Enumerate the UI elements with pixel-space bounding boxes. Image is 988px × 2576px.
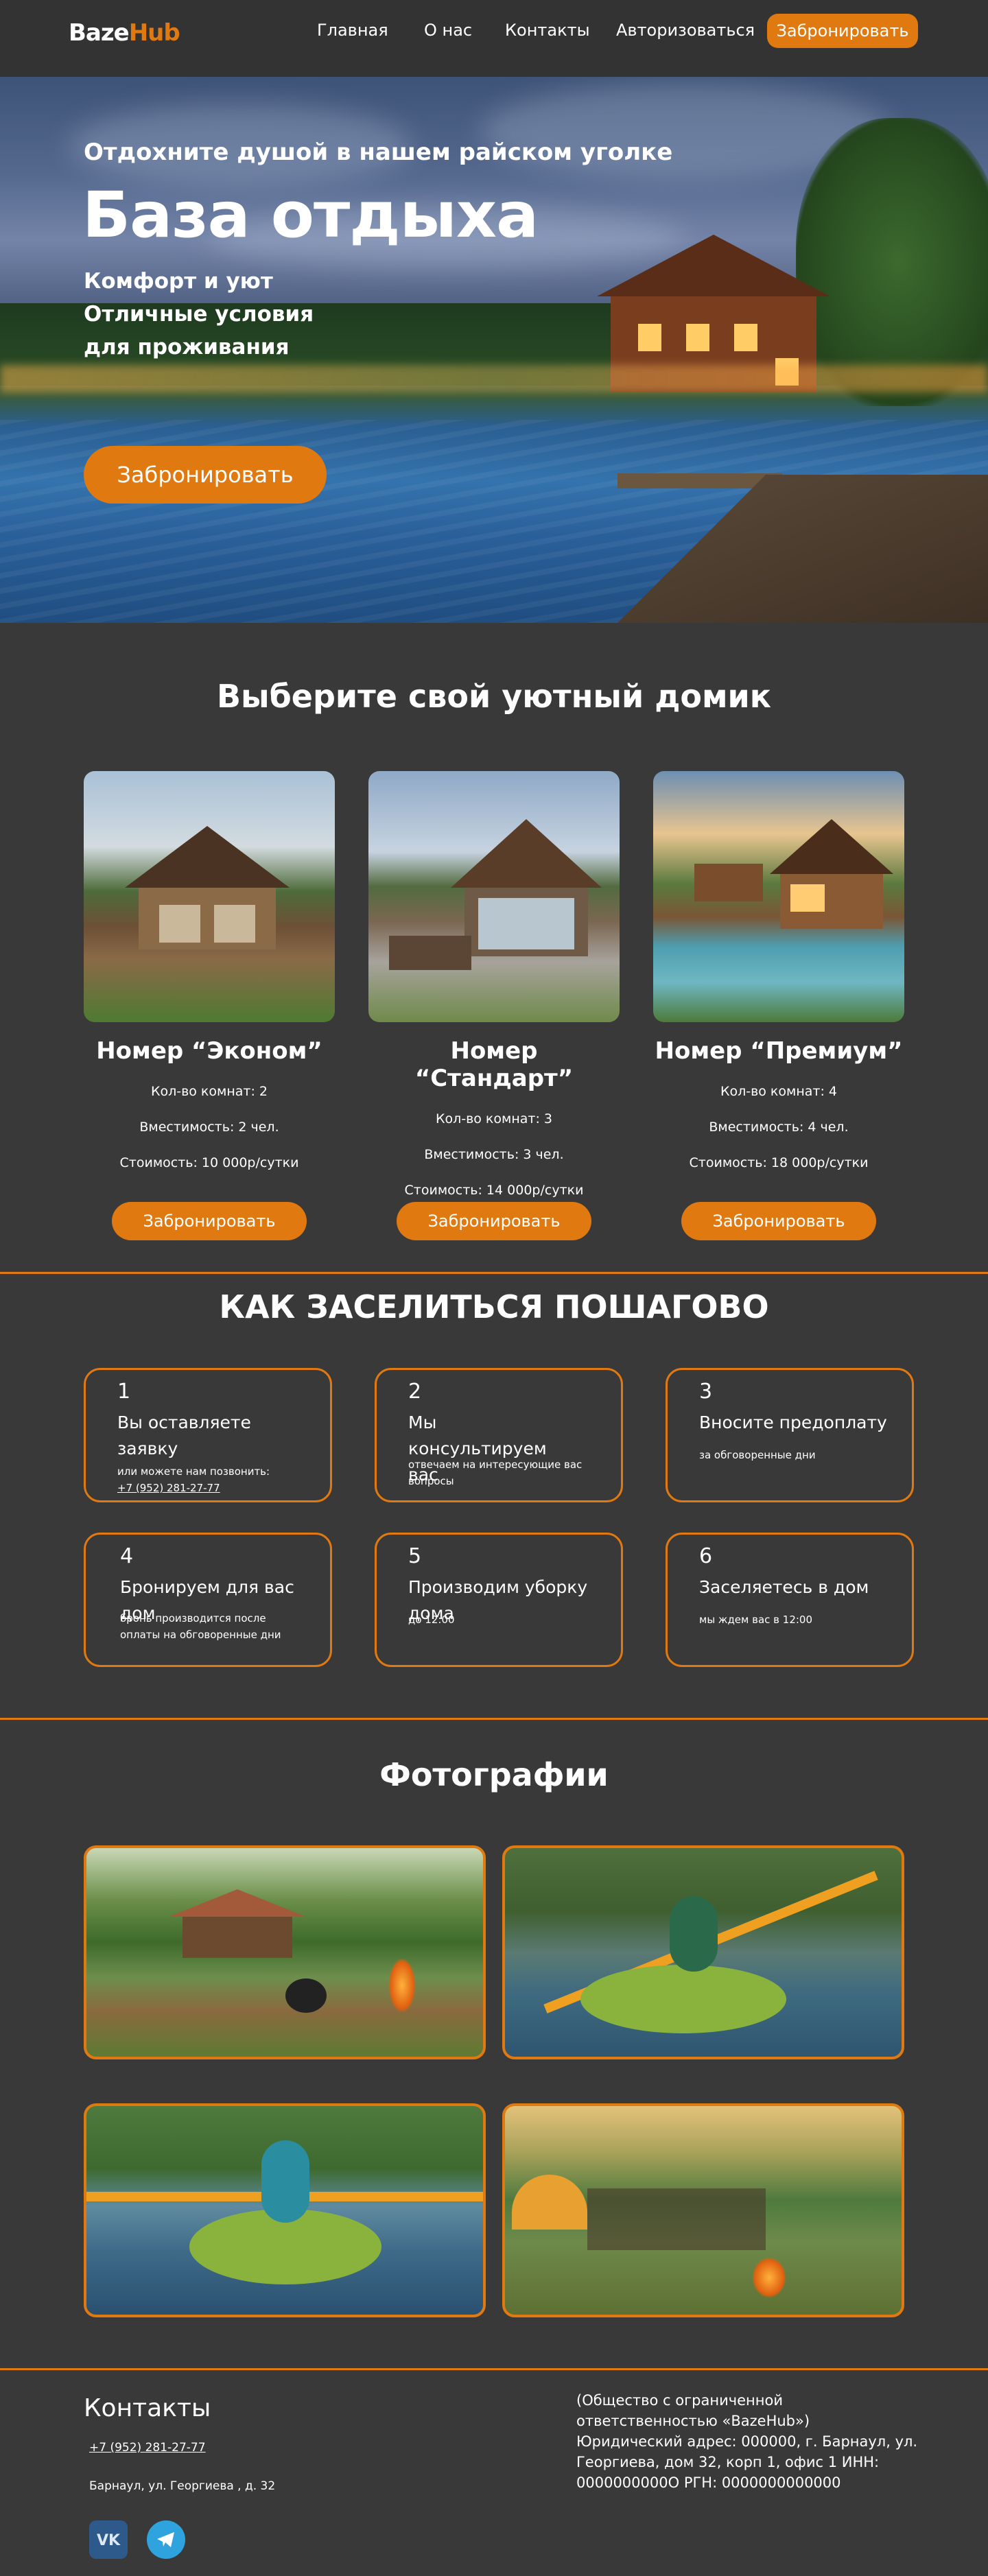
cabin-card-standard: Номер “Стандарт” Кол-во комнат: 3 Вмести… <box>368 771 620 1240</box>
step-title: Вы оставляете заявку <box>117 1413 251 1458</box>
cabin-premium-name: Номер “Премиум” <box>655 1037 903 1065</box>
svg-text:VK: VK <box>97 2532 121 2548</box>
step-card-6: 6 Заселяетесь в дом мы ждем вас в 12:00 <box>666 1533 914 1667</box>
cabins-title: Выберите свой уютный домик <box>216 678 772 715</box>
telegram-icon[interactable] <box>147 2520 185 2559</box>
hero-book-button[interactable]: Забронировать <box>84 446 327 504</box>
nav-contacts[interactable]: Контакты <box>505 21 590 40</box>
cabin-economy-photo <box>84 771 335 1022</box>
cabin-economy-name: Номер “Эконом” <box>96 1037 322 1065</box>
step-description: отвечаем на интересующие вас вопросы <box>408 1458 583 1487</box>
hero-line-3: для проживания <box>84 335 290 359</box>
step-card-1: 1 Вы оставляете заявку или можете нам по… <box>84 1368 332 1502</box>
hero-line-1: Комфорт и уют <box>84 269 273 294</box>
cabin-standard-rooms: Кол-во комнат: 3 <box>435 1111 553 1126</box>
nav-home[interactable]: Главная <box>317 21 388 40</box>
step-description: до 12:00 <box>408 1614 455 1626</box>
step-number: 1 <box>117 1380 131 1404</box>
step-description: или можете нам позвонить: <box>117 1465 270 1478</box>
cabin-premium-capacity: Вместимость: 4 чел. <box>709 1120 849 1135</box>
cabin-premium-book-button[interactable]: Забронировать <box>681 1202 876 1240</box>
hero-title: База отдыха <box>82 178 539 252</box>
cabin-standard-photo <box>368 771 620 1022</box>
step-phone-link[interactable]: +7 (952) 281-27-77 <box>117 1480 220 1496</box>
logo[interactable]: BazeHub <box>69 19 180 47</box>
photo-camping-grill[interactable] <box>84 1845 486 2059</box>
step-number: 6 <box>699 1544 713 1568</box>
step-card-2: 2 Мы консультируем вас отвечаем на интер… <box>375 1368 623 1502</box>
header-book-button[interactable]: Забронировать <box>767 14 918 48</box>
footer-title: Контакты <box>84 2394 211 2422</box>
hero-section: Отдохните душой в нашем райском уголке Б… <box>0 77 988 623</box>
step-number: 3 <box>699 1380 713 1404</box>
cabin-standard-book-button[interactable]: Забронировать <box>397 1202 591 1240</box>
step-number: 4 <box>120 1544 134 1568</box>
step-number: 2 <box>408 1380 422 1404</box>
logo-part1: Baze <box>69 19 130 47</box>
cabin-card-premium: Номер “Премиум” Кол-во комнат: 4 Вместим… <box>653 771 904 1240</box>
hero-subtitle: Отдохните душой в нашем райском уголке <box>84 139 673 166</box>
step-title: Заселяетесь в дом <box>699 1577 869 1597</box>
nav-about[interactable]: О нас <box>424 21 472 40</box>
cabin-economy-price: Стоимость: 10 000р/сутки <box>119 1155 299 1170</box>
cabin-economy-rooms: Кол-во комнат: 2 <box>150 1084 268 1099</box>
footer-address: Барнаул, ул. Георгиева , д. 32 <box>89 2479 276 2493</box>
photo-kayak-woman-1[interactable] <box>502 1845 904 2059</box>
footer-phone-link[interactable]: +7 (952) 281-27-77 <box>89 2441 206 2455</box>
section-divider <box>0 2368 988 2370</box>
cabin-economy-book-button[interactable]: Забронировать <box>112 1202 307 1240</box>
cabin-premium-price: Стоимость: 18 000р/сутки <box>689 1155 869 1170</box>
cabin-premium-rooms: Кол-во комнат: 4 <box>720 1084 838 1099</box>
section-divider <box>0 1718 988 1720</box>
cabin-standard-price: Стоимость: 14 000р/сутки <box>404 1183 584 1198</box>
step-card-4: 4 Бронируем для вас дом бронь производит… <box>84 1533 332 1667</box>
cabin-premium-photo <box>653 771 904 1022</box>
cabin-economy-capacity: Вместимость: 2 чел. <box>139 1120 279 1135</box>
photos-title: Фотографии <box>379 1756 609 1793</box>
step-card-3: 3 Вносите предоплату за обговоренные дни <box>666 1368 914 1502</box>
step-description: за обговоренные дни <box>699 1449 816 1461</box>
steps-title: КАК ЗАСЕЛИТЬСЯ ПОШАГОВО <box>219 1288 769 1325</box>
site-header: BazeHub Главная О нас Контакты Авторизов… <box>0 0 988 77</box>
vk-icon[interactable]: VK <box>89 2520 128 2559</box>
hero-lights <box>0 365 988 392</box>
step-title: Вносите предоплату <box>699 1413 887 1432</box>
step-card-5: 5 Производим уборку дома до 12:00 <box>375 1533 623 1667</box>
step-description: мы ждем вас в 12:00 <box>699 1614 813 1626</box>
logo-part2: Hub <box>128 19 180 47</box>
photo-kayak-woman-2[interactable] <box>84 2103 486 2317</box>
step-description: бронь производится после оплаты на обгов… <box>120 1612 281 1641</box>
hero-line-2: Отличные условия <box>84 302 314 327</box>
cabin-standard-name: Номер “Стандарт” <box>414 1037 574 1092</box>
footer-legal-info: (Общество с ограниченной ответственность… <box>576 2392 918 2491</box>
photo-camping-friends[interactable] <box>502 2103 904 2317</box>
section-divider <box>0 1272 988 1274</box>
step-number: 5 <box>408 1544 422 1568</box>
nav-login[interactable]: Авторизоваться <box>616 21 755 40</box>
cabin-card-economy: Номер “Эконом” Кол-во комнат: 2 Вместимо… <box>84 771 335 1240</box>
cabin-standard-capacity: Вместимость: 3 чел. <box>424 1147 564 1162</box>
